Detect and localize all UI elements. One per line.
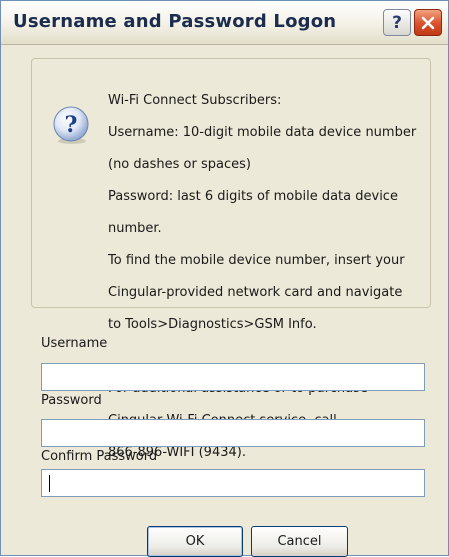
instruction-line: Username: 10-digit mobile data device nu… — [108, 125, 417, 140]
cancel-button[interactable]: Cancel — [251, 526, 348, 557]
confirm-password-label: Confirm Password — [41, 449, 158, 464]
question-mark-icon: ? — [53, 106, 89, 144]
username-label: Username — [41, 336, 108, 351]
instruction-line: Wi-Fi Connect Subscribers: — [108, 93, 282, 108]
instruction-line: to Tools>Diagnostics>GSM Info. — [108, 317, 317, 332]
close-icon — [421, 16, 435, 29]
username-field[interactable] — [41, 363, 425, 391]
confirm-password-field[interactable] — [41, 469, 425, 497]
instruction-line: To find the mobile device number, insert… — [108, 253, 405, 268]
instructions-text: Wi-Fi Connect Subscribers: Username: 10-… — [108, 77, 428, 477]
help-button[interactable]: ? — [383, 9, 411, 36]
dialog-body: ? Wi-Fi Connect Subscribers: Username: 1… — [7, 51, 442, 557]
password-label: Password — [41, 393, 102, 408]
text-caret — [49, 475, 50, 492]
instruction-line: Password: last 6 digits of mobile data d… — [108, 189, 398, 204]
title-bar[interactable]: Username and Password Logon ? — [1, 1, 448, 45]
svg-text:?: ? — [65, 112, 78, 138]
window-title: Username and Password Logon — [13, 11, 337, 32]
instruction-line: number. — [108, 221, 162, 236]
instruction-line: Cingular-provided network card and navig… — [108, 285, 403, 300]
instruction-line: (no dashes or spaces) — [108, 157, 251, 172]
logon-dialog: Username and Password Logon ? ? Wi-Fi Co… — [0, 0, 449, 557]
password-field[interactable] — [41, 419, 425, 447]
close-button[interactable] — [414, 9, 442, 36]
ok-button[interactable]: OK — [147, 526, 243, 557]
info-groupbox: ? Wi-Fi Connect Subscribers: Username: 1… — [31, 58, 431, 460]
help-icon: ? — [392, 12, 402, 33]
